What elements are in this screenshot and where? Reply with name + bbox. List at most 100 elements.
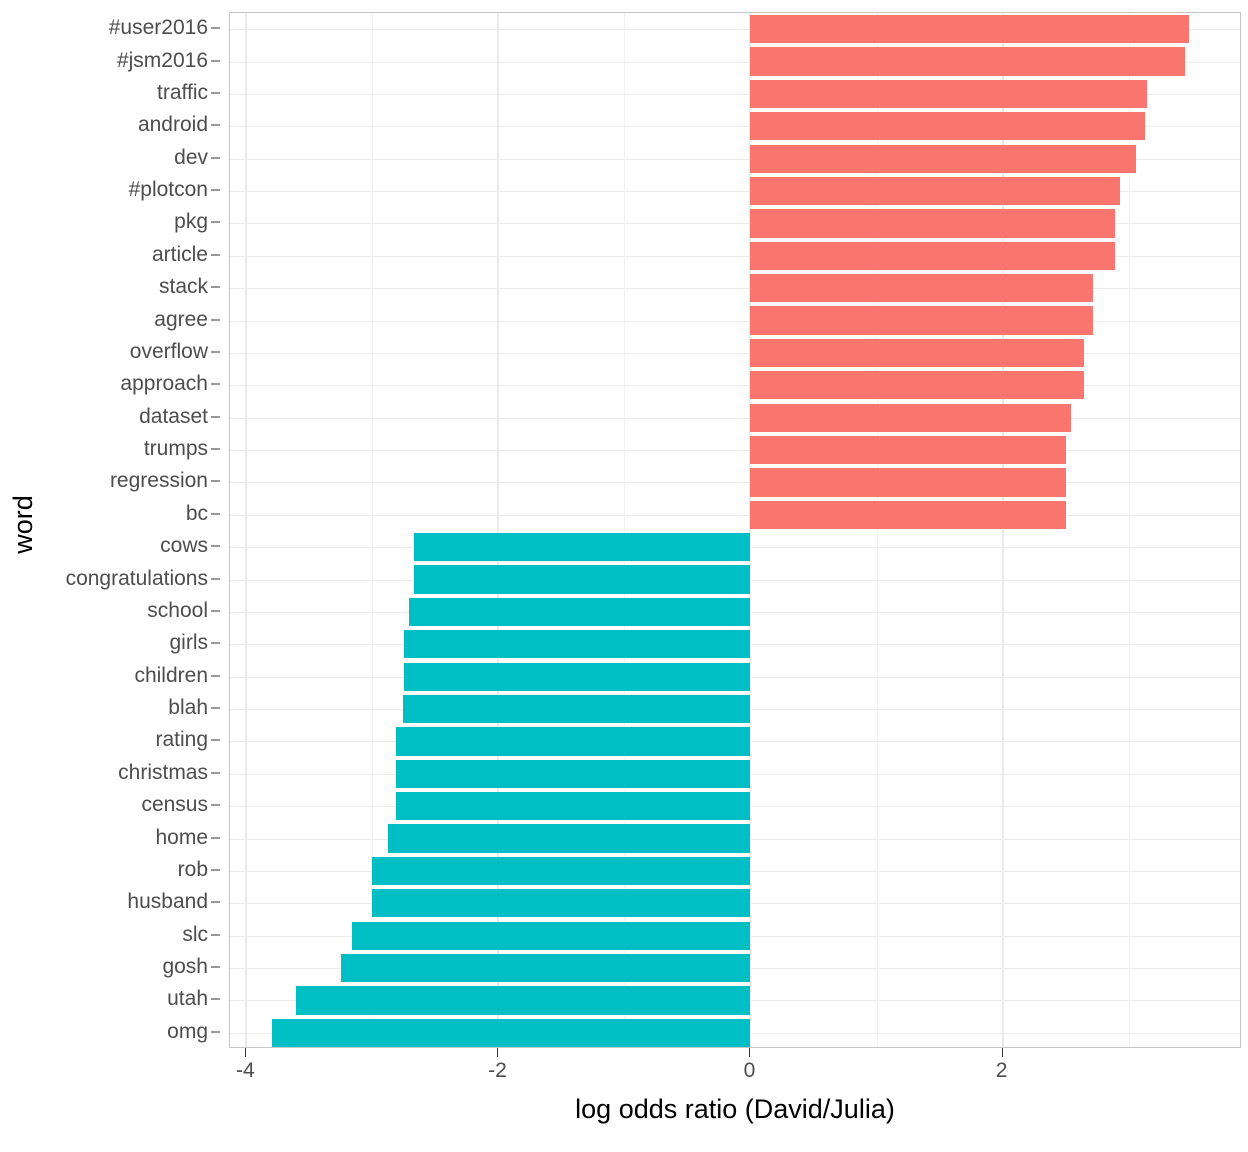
y-axis-tick-label: agree	[154, 307, 208, 331]
y-axis-tick-label: approach	[120, 372, 208, 396]
y-axis-tick-mark	[211, 157, 220, 159]
bar	[750, 468, 1066, 497]
y-axis-tick-label: bc	[185, 501, 208, 525]
y-axis-tick-label: slc	[182, 922, 208, 946]
y-axis-tick-label: #jsm2016	[116, 48, 208, 72]
x-axis-title: log odds ratio (David/Julia)	[575, 1094, 895, 1124]
y-axis-tick-label: blah	[168, 696, 208, 720]
y-axis-tick-label: school	[147, 598, 208, 622]
x-axis-tick-label: -2	[488, 1059, 507, 1082]
y-axis-tick-mark	[211, 319, 220, 321]
bar	[750, 403, 1071, 432]
bar	[750, 338, 1085, 367]
y-axis-tick-mark	[211, 837, 220, 839]
bar	[750, 144, 1137, 173]
bar	[396, 727, 751, 756]
y-axis-tick-mark	[211, 610, 220, 612]
x-axis-tick-mark	[245, 1048, 247, 1057]
y-axis-tick-label: rob	[177, 857, 208, 881]
y-axis-tick-label: trumps	[143, 437, 208, 461]
x-axis-tick-mark	[497, 1048, 499, 1057]
y-axis-tick-mark	[211, 1031, 220, 1033]
y-axis-tick-mark	[211, 254, 220, 256]
y-axis-tick-label: #user2016	[108, 16, 208, 40]
y-axis-tick-mark	[211, 545, 220, 547]
y-axis-tick-label: children	[134, 663, 208, 687]
y-axis-tick-mark	[211, 189, 220, 191]
y-axis-tick-label: regression	[109, 469, 208, 493]
bar	[750, 15, 1190, 44]
y-axis-tick-label: android	[137, 113, 208, 137]
y-axis-tick-label: rating	[155, 728, 208, 752]
y-axis-tick-labels: #user2016 #jsm2016 traffic android dev #plotc…	[36, 12, 220, 1048]
bar	[750, 241, 1115, 270]
chart-figure: word #user2016 #jsm2016 traffic android dev #…	[0, 0, 1248, 1152]
y-axis-tick-mark	[211, 92, 220, 94]
y-axis-tick-mark	[211, 578, 220, 580]
plot-panel	[229, 12, 1241, 1048]
y-axis-tick-mark	[211, 60, 220, 62]
y-axis-tick-mark	[211, 27, 220, 29]
y-axis-tick-label: dev	[174, 145, 208, 169]
bar	[372, 856, 751, 885]
y-axis-tick-label: pkg	[174, 210, 208, 234]
y-axis-tick-label: #plotcon	[128, 178, 208, 202]
bar	[396, 792, 751, 821]
y-axis-tick-label: christmas	[118, 760, 208, 784]
y-axis-tick-mark	[211, 448, 220, 450]
y-axis-tick-mark	[211, 286, 220, 288]
bar	[352, 921, 751, 950]
y-axis-tick-label: dataset	[139, 404, 208, 428]
y-axis-tick-label: cows	[160, 534, 208, 558]
y-axis-tick-mark	[211, 966, 220, 968]
y-axis-tick-mark	[211, 513, 220, 515]
y-axis-tick-label: gosh	[162, 955, 208, 979]
bar	[387, 824, 751, 853]
bar	[402, 694, 751, 724]
bar	[750, 47, 1186, 76]
bar	[750, 500, 1066, 529]
bar	[372, 889, 751, 918]
y-axis-tick-mark	[211, 934, 220, 936]
bar	[340, 953, 751, 983]
bar	[750, 209, 1115, 238]
y-axis-tick-mark	[211, 642, 220, 644]
y-axis-tick-label: omg	[167, 1019, 208, 1043]
bar	[414, 565, 751, 594]
y-axis-tick-mark	[211, 675, 220, 677]
y-axis-tick-mark	[211, 221, 220, 223]
x-axis: -4 -2 0 2	[229, 1048, 1241, 1094]
y-axis-tick-mark	[211, 804, 220, 806]
y-axis-title-text: word	[7, 494, 38, 554]
y-axis-tick-label: utah	[167, 987, 208, 1011]
y-axis-tick-mark	[211, 383, 220, 385]
bar	[750, 306, 1094, 335]
y-axis-tick-mark	[211, 772, 220, 774]
bar	[750, 274, 1094, 303]
bar	[396, 759, 751, 788]
y-axis-tick-label: stack	[158, 275, 208, 299]
x-axis-tick-label: 2	[995, 1059, 1008, 1082]
bar	[403, 662, 751, 691]
y-axis-tick-label: article	[151, 242, 208, 266]
y-axis-tick-label: husband	[127, 890, 208, 914]
y-axis-tick-label: girls	[169, 631, 208, 655]
y-axis-tick-mark	[211, 124, 220, 126]
y-axis-tick-mark	[211, 707, 220, 709]
bar	[271, 1018, 751, 1047]
y-axis-tick-label: census	[141, 793, 208, 817]
bar	[408, 597, 751, 626]
bar	[750, 435, 1066, 465]
x-axis-tick-label: -4	[236, 1059, 255, 1082]
bar	[403, 630, 751, 659]
y-axis-tick-mark	[211, 869, 220, 871]
bar	[750, 79, 1148, 108]
y-axis-tick-mark	[211, 416, 220, 418]
y-axis-tick-label: overflow	[129, 339, 208, 363]
y-axis-tick-mark	[211, 480, 220, 482]
y-axis-tick-label: congratulations	[65, 566, 208, 590]
y-axis-tick-mark	[211, 351, 220, 353]
bar	[750, 176, 1120, 206]
x-axis-tick-label: 0	[743, 1059, 756, 1082]
bar	[414, 533, 751, 562]
